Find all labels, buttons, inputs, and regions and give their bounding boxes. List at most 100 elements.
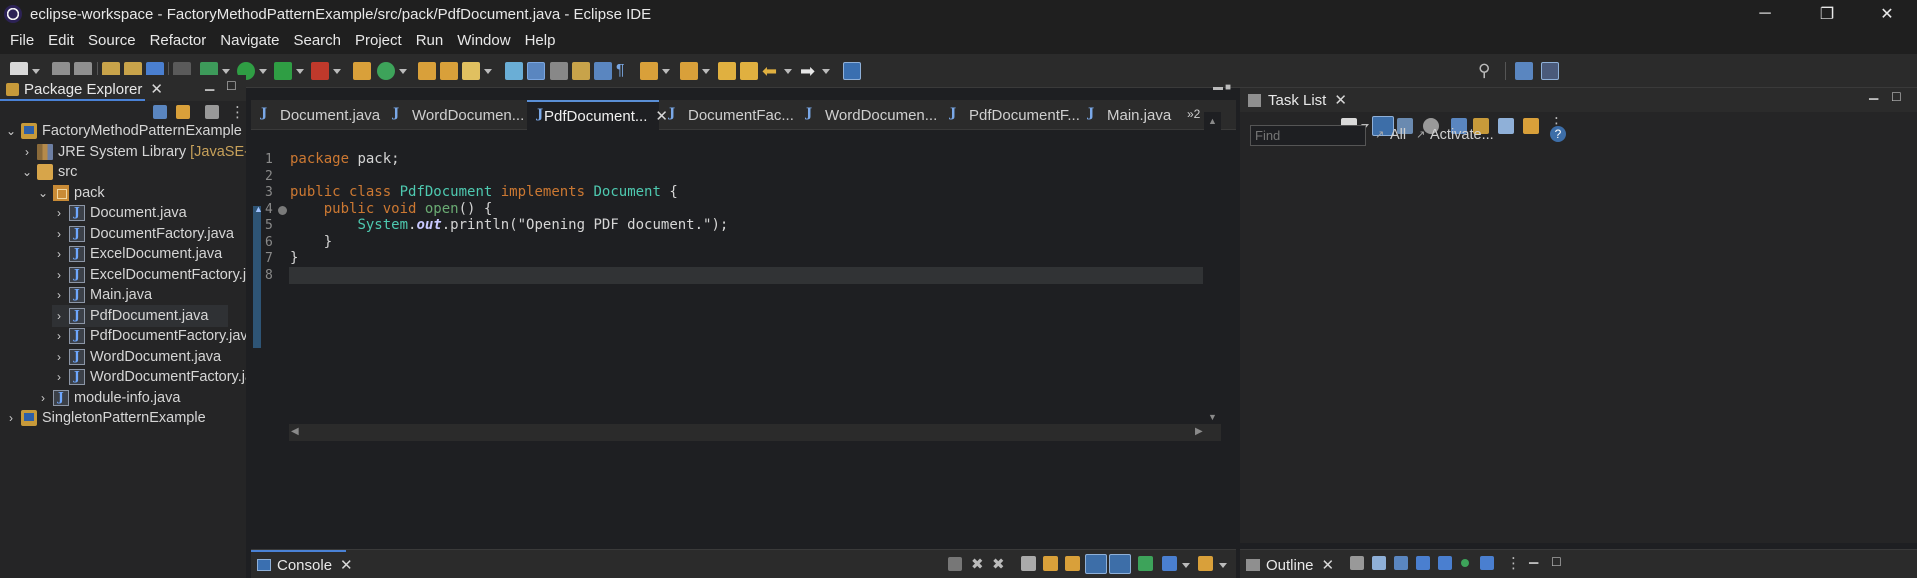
chevron-right-icon[interactable]: › xyxy=(4,411,18,425)
tab-overflow-button[interactable]: »2 xyxy=(1187,107,1200,121)
display-console-dropdown-icon[interactable] xyxy=(1182,563,1190,568)
menu-navigate[interactable]: Navigate xyxy=(213,29,286,53)
menu-refactor[interactable]: Refactor xyxy=(143,29,214,53)
coverage-icon[interactable] xyxy=(274,62,292,80)
show-whitespace-icon[interactable] xyxy=(594,62,612,80)
editor-minimize-icon[interactable]: ▬ xyxy=(1213,82,1223,93)
tree-item-src[interactable]: ⌄ src xyxy=(20,161,77,183)
open-folder-icon[interactable] xyxy=(440,62,458,80)
previous-annotation-icon[interactable] xyxy=(680,62,698,80)
new-class-dropdown-icon[interactable] xyxy=(399,69,407,74)
menu-search[interactable]: Search xyxy=(286,29,348,53)
chevron-right-icon[interactable]: › xyxy=(52,288,66,302)
search-dropdown-icon[interactable] xyxy=(484,69,492,74)
tree-item-project[interactable]: › SingletonPatternExample xyxy=(4,407,206,429)
menu-run[interactable]: Run xyxy=(409,29,451,53)
tree-item-file[interactable]: › WordDocument.java xyxy=(52,346,221,368)
chevron-right-icon[interactable]: › xyxy=(36,391,50,405)
show-on-stderr-icon[interactable] xyxy=(1109,554,1131,574)
hide-static-icon[interactable] xyxy=(1438,556,1452,570)
close-outline-icon[interactable]: ✕ xyxy=(1322,556,1335,574)
tree-item-file[interactable]: › ExcelDocument.java xyxy=(52,243,222,265)
maximize-view-icon[interactable]: ☐ xyxy=(226,79,237,93)
chevron-right-icon[interactable]: › xyxy=(52,370,66,384)
tree-item-file[interactable]: › Document.java xyxy=(52,202,187,224)
hide-non-public-icon[interactable] xyxy=(1461,559,1469,567)
search-icon[interactable]: ⚲ xyxy=(1478,62,1496,80)
focus-on-active-task-icon[interactable] xyxy=(1350,556,1364,570)
find-task-input[interactable] xyxy=(1250,125,1366,146)
scroll-right-icon[interactable]: ▶ xyxy=(1195,426,1203,437)
back-arrow-icon[interactable]: ⬅ xyxy=(762,62,780,80)
new-java-class-icon[interactable] xyxy=(377,62,395,80)
restore-button[interactable]: ❐ xyxy=(1797,0,1857,28)
chevron-right-icon[interactable]: › xyxy=(52,309,66,323)
menu-help[interactable]: Help xyxy=(518,29,563,53)
scroll-down-icon[interactable]: ▼ xyxy=(1208,412,1217,422)
sort-icon[interactable] xyxy=(1394,556,1408,570)
close-console-icon[interactable]: ✕ xyxy=(340,556,353,574)
override-marker-icon[interactable]: ▲ xyxy=(254,204,263,214)
scroll-lock-icon[interactable] xyxy=(1043,556,1058,571)
chevron-right-icon[interactable]: › xyxy=(52,268,66,282)
chevron-down-icon[interactable]: ⌄ xyxy=(20,165,34,179)
tab-package-explorer[interactable]: Package Explorer ✕ xyxy=(6,78,163,100)
last-edit-icon[interactable] xyxy=(718,62,736,80)
remove-launch-icon[interactable]: ✖ xyxy=(971,555,989,573)
word-wrap-console-icon[interactable] xyxy=(1065,556,1080,571)
search-tool-icon[interactable] xyxy=(462,62,480,80)
filters-icon[interactable] xyxy=(205,105,219,119)
menu-project[interactable]: Project xyxy=(348,29,409,53)
collapse-all-tasks-icon[interactable] xyxy=(1498,118,1514,134)
new-dropdown-icon[interactable] xyxy=(32,69,40,74)
view-menu-icon[interactable]: ⋮ xyxy=(1506,554,1521,572)
next-annotation-dropdown-icon[interactable] xyxy=(662,69,670,74)
editor-tab[interactable]: Document.java xyxy=(259,100,384,130)
link-with-editor-icon[interactable] xyxy=(176,105,190,119)
collapse-all-icon[interactable] xyxy=(153,105,167,119)
maximize-view-icon[interactable]: ☐ xyxy=(1891,90,1902,104)
toggle-mark-icon[interactable] xyxy=(505,62,523,80)
tree-item-jre[interactable]: › JRE System Library [JavaSE-17] xyxy=(20,141,269,163)
open-console-dropdown-icon[interactable] xyxy=(1219,563,1227,568)
chevron-down-icon[interactable]: ⌄ xyxy=(36,186,50,200)
coverage-dropdown-icon[interactable] xyxy=(296,69,304,74)
pin-console-icon[interactable] xyxy=(1138,556,1153,571)
external-tools-dropdown-icon[interactable] xyxy=(333,69,341,74)
close-window-button[interactable]: ✕ xyxy=(1857,0,1917,28)
tree-item-file-selected[interactable]: › PdfDocument.java xyxy=(52,305,228,327)
pin-editor-icon[interactable] xyxy=(843,62,861,80)
tree-item-pack[interactable]: ⌄ pack xyxy=(36,182,105,204)
scroll-up-icon[interactable]: ▲ xyxy=(1208,116,1217,126)
hide-local-types-icon[interactable] xyxy=(1480,556,1494,570)
editor-tab-active[interactable]: PdfDocument... ✕ xyxy=(527,100,668,130)
new-java-project-icon[interactable] xyxy=(353,62,371,80)
editor-tab[interactable]: WordDocumen... xyxy=(391,100,525,130)
menu-file[interactable]: File xyxy=(3,29,41,53)
minimize-view-icon[interactable]: ▁ xyxy=(205,77,214,91)
tree-item-file[interactable]: › PdfDocumentFactory.java xyxy=(52,325,256,347)
editor-tab[interactable]: DocumentFac... xyxy=(667,100,801,130)
menu-source[interactable]: Source xyxy=(81,29,143,53)
debug-dropdown-icon[interactable] xyxy=(222,69,230,74)
tree-item-file[interactable]: › DocumentFactory.java xyxy=(52,223,234,245)
forward-arrow-icon[interactable]: ➡ xyxy=(800,62,818,80)
menu-window[interactable]: Window xyxy=(450,29,517,53)
show-on-stdout-icon[interactable] xyxy=(1085,554,1107,574)
help-icon[interactable]: ? xyxy=(1550,126,1566,142)
chevron-down-icon[interactable]: ⌄ xyxy=(4,124,18,138)
run-dropdown-icon[interactable] xyxy=(259,69,267,74)
scroll-left-icon[interactable]: ◀ xyxy=(291,426,299,437)
chevron-right-icon[interactable]: › xyxy=(52,247,66,261)
chevron-right-icon[interactable]: › xyxy=(52,350,66,364)
remove-all-launches-icon[interactable]: ✖ xyxy=(992,555,1010,573)
close-package-explorer-icon[interactable]: ✕ xyxy=(150,80,163,98)
maximize-view-icon[interactable]: ☐ xyxy=(1551,555,1562,569)
forward-edit-icon[interactable] xyxy=(740,62,758,80)
tree-item-project[interactable]: ⌄ FactoryMethodPatternExample xyxy=(4,120,242,142)
tree-item-file[interactable]: › ExcelDocumentFactory.java xyxy=(52,264,269,286)
minimize-view-icon[interactable]: ▁ xyxy=(1869,86,1878,100)
tree-item-module-info[interactable]: › module-info.java xyxy=(36,387,180,409)
minimize-view-icon[interactable]: ▁ xyxy=(1529,550,1538,564)
view-menu-icon[interactable]: ⋮ xyxy=(230,103,245,121)
